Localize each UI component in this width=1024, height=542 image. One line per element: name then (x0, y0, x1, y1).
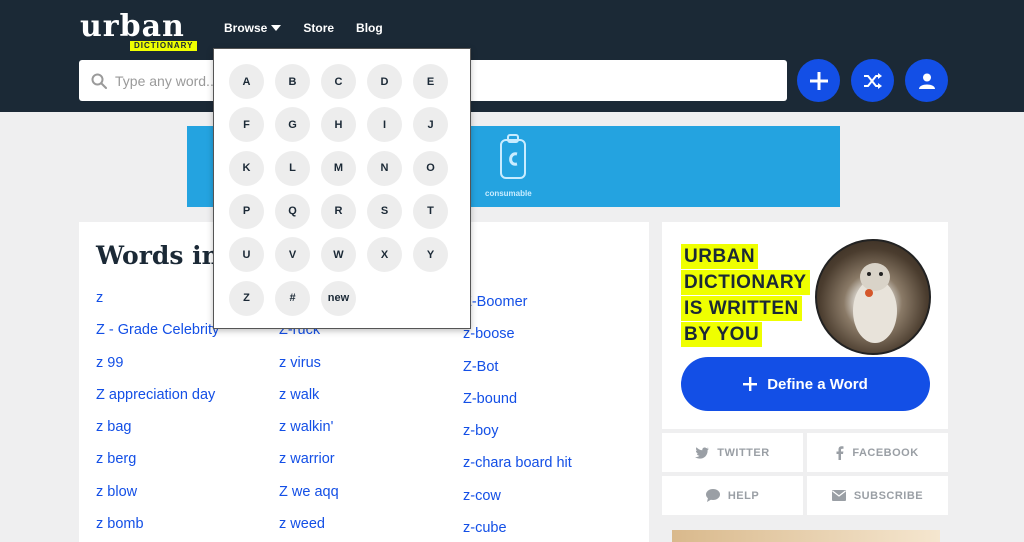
page-title: Words in (96, 241, 220, 270)
word-link[interactable]: Z - Grade Celebrity (96, 320, 219, 352)
letter-button-c[interactable]: C (321, 64, 356, 99)
logo-subtitle: DICTIONARY (130, 41, 198, 51)
subscribe-label: SUBSCRIBE (853, 489, 924, 502)
letter-button-h[interactable]: H (321, 107, 356, 143)
letter-button-k[interactable]: K (229, 150, 264, 186)
word-link[interactable]: Z appreciation day (96, 385, 219, 417)
help-button[interactable]: HELP (662, 476, 803, 515)
letter-button-u[interactable]: U (229, 237, 264, 273)
sidebar-image-thumbnail[interactable] (672, 530, 940, 542)
chat-bubble-icon (705, 489, 720, 502)
word-link[interactable]: z bomb (96, 514, 219, 542)
nav-browse-label: Browse (224, 21, 268, 35)
promo-card: URBAN DICTIONARY IS WRITTEN BY YOU Defin… (662, 222, 948, 429)
subscribe-button[interactable]: SUBSCRIBE (807, 476, 948, 515)
nav-browse[interactable]: Browse (224, 21, 282, 35)
squirrel-illustration (853, 263, 897, 343)
site-header: urban DICTIONARY Browse Store Blog (0, 0, 1024, 112)
word-column-3: Z-Boomer z-boose Z-Bot Z-bound z-boy z-c… (463, 292, 572, 542)
search-icon (91, 73, 107, 89)
word-link[interactable]: z (96, 288, 219, 320)
letter-button-w[interactable]: W (321, 237, 356, 273)
letter-button-o[interactable]: O (413, 150, 448, 186)
letter-button-j[interactable]: J (413, 107, 448, 143)
word-link[interactable]: Z-Boomer (463, 292, 572, 324)
letter-button-x[interactable]: X (367, 237, 402, 273)
logo-wordmark: urban (80, 9, 185, 44)
promo-line: BY YOU (681, 322, 763, 347)
promo-line: IS WRITTEN (681, 296, 802, 321)
letter-button-y[interactable]: Y (413, 237, 448, 273)
letter-button-g[interactable]: G (275, 107, 310, 143)
letter-button-b[interactable]: B (275, 64, 310, 99)
letter-button-l[interactable]: L (275, 150, 310, 186)
plus-icon (809, 71, 828, 90)
word-link[interactable]: z-chara board hit (463, 453, 572, 485)
twitter-icon (695, 446, 710, 459)
letter-button-m[interactable]: M (321, 150, 356, 186)
shuffle-icon (863, 72, 882, 89)
browse-alphabet-dropdown: A B C D E F G H I J K L M N O P Q R S T U V W X Y Z # new (213, 48, 471, 329)
letter-button-v[interactable]: V (275, 237, 310, 273)
word-link[interactable]: z blow (96, 482, 219, 514)
twitter-button[interactable]: TWITTER (662, 433, 803, 472)
letter-button-t[interactable]: T (413, 193, 448, 229)
twitter-label: TWITTER (717, 446, 770, 459)
consumable-logo-icon (500, 134, 526, 179)
letter-button-a[interactable]: A (229, 64, 264, 99)
letter-button-z[interactable]: Z (229, 280, 264, 316)
word-link[interactable]: z bag (96, 417, 219, 449)
letter-button-i[interactable]: I (367, 107, 402, 143)
site-logo[interactable]: urban DICTIONARY (80, 9, 212, 51)
plus-icon (743, 377, 758, 391)
ad-brand-text: consumable (485, 189, 532, 198)
caret-down-icon (271, 25, 282, 31)
word-link[interactable]: z berg (96, 449, 219, 481)
nav-store[interactable]: Store (303, 21, 334, 35)
word-link[interactable]: z warrior (279, 449, 339, 481)
help-label: HELP (727, 489, 760, 502)
define-word-label: Define a Word (767, 375, 868, 393)
main-nav: Browse Store Blog (224, 21, 383, 35)
squirrel-photo (815, 239, 931, 355)
word-link[interactable]: z virus (279, 353, 339, 385)
word-link[interactable]: z walk (279, 385, 339, 417)
nav-blog[interactable]: Blog (356, 21, 383, 35)
word-link[interactable]: z-cow (463, 486, 572, 518)
word-link[interactable]: z walkin' (279, 417, 339, 449)
letter-button-r[interactable]: R (321, 193, 356, 229)
promo-tagline: URBAN DICTIONARY IS WRITTEN BY YOU (681, 244, 811, 348)
letter-button-f[interactable]: F (229, 107, 264, 143)
letter-button-p[interactable]: P (229, 193, 264, 229)
add-word-button[interactable] (797, 59, 840, 102)
word-link[interactable]: Z-Bot (463, 357, 572, 389)
word-column-1: z Z - Grade Celebrity z 99 Z appreciatio… (96, 288, 219, 542)
word-link[interactable]: z-boose (463, 324, 572, 356)
promo-line: URBAN (681, 244, 759, 269)
word-link[interactable]: z 99 (96, 353, 219, 385)
user-account-button[interactable] (905, 59, 948, 102)
random-word-button[interactable] (851, 59, 894, 102)
facebook-label: FACEBOOK (852, 446, 919, 459)
word-link[interactable]: z-cube (463, 518, 572, 542)
letter-button-e[interactable]: E (413, 64, 448, 99)
user-icon (918, 73, 935, 89)
word-link[interactable]: Z-bound (463, 389, 572, 421)
letter-button-new[interactable]: new (321, 280, 356, 316)
word-link[interactable]: z weed (279, 514, 339, 542)
promo-line: DICTIONARY (681, 270, 810, 295)
letter-button-hash[interactable]: # (275, 280, 310, 316)
word-link[interactable]: Z we aqq (279, 482, 339, 514)
facebook-button[interactable]: FACEBOOK (807, 433, 948, 472)
letter-button-d[interactable]: D (367, 64, 402, 99)
facebook-icon (836, 445, 844, 460)
letter-button-s[interactable]: S (367, 193, 402, 229)
envelope-icon (831, 490, 846, 501)
word-link[interactable]: z-boy (463, 421, 572, 453)
define-word-button[interactable]: Define a Word (681, 357, 930, 411)
letter-button-q[interactable]: Q (275, 193, 310, 229)
letter-button-n[interactable]: N (367, 150, 402, 186)
